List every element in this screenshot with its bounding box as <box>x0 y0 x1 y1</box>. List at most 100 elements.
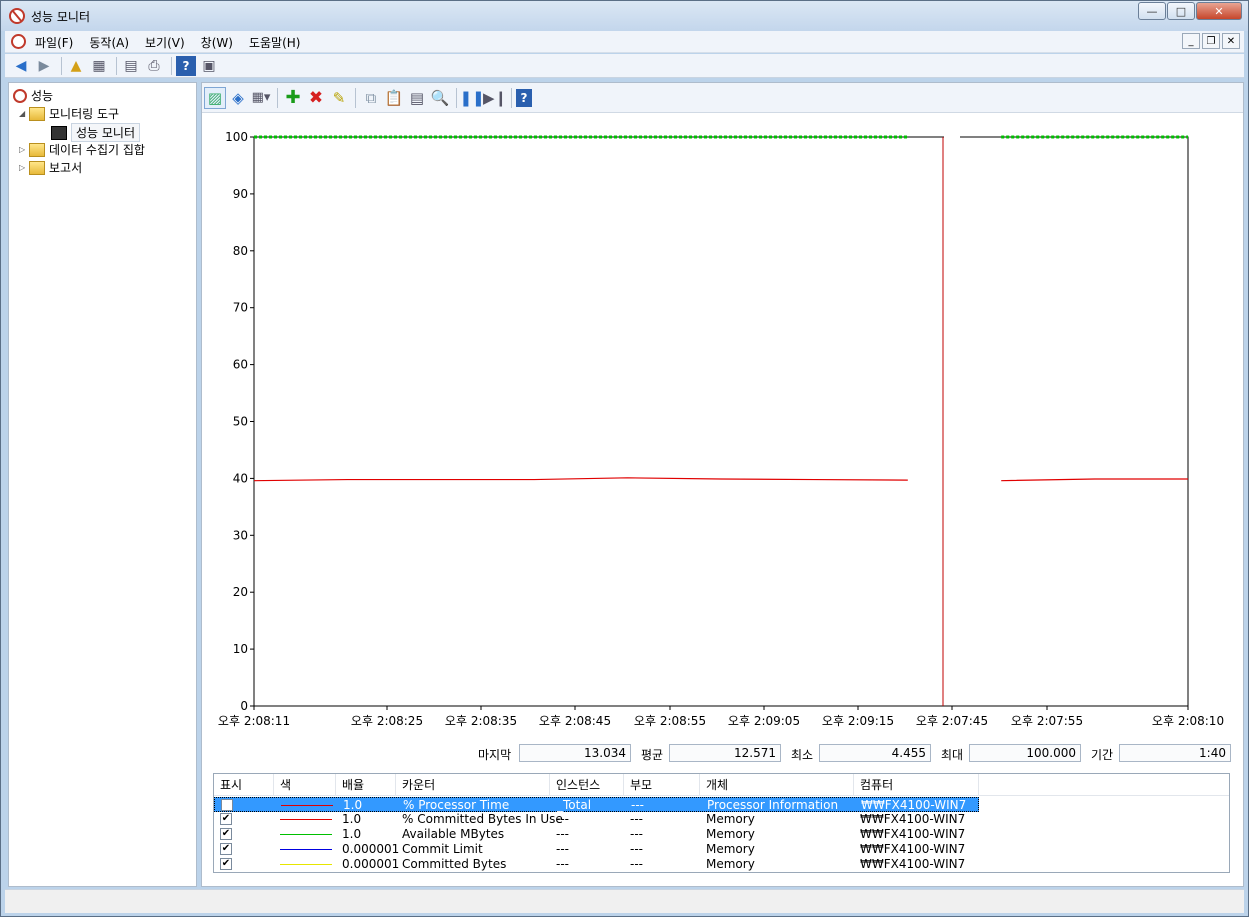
show-checkbox[interactable]: ✔ <box>220 813 232 825</box>
expand-arrow-icon[interactable]: ▷ <box>19 145 29 154</box>
object-cell: Memory <box>706 827 755 841</box>
color-swatch <box>280 834 332 835</box>
tree-item-performance-monitor[interactable]: 성능 모니터 <box>51 123 141 142</box>
color-swatch <box>280 819 332 820</box>
header-color[interactable]: 색 <box>274 774 336 796</box>
average-label: 평균 <box>641 748 664 762</box>
show-checkbox[interactable]: ✔ <box>220 843 232 855</box>
color-swatch <box>280 864 332 865</box>
legend-row[interactable]: ✔ 0.000001 Commit Limit --- --- Memory ₩₩FX410… <box>214 842 979 857</box>
header-computer[interactable]: 컴퓨터 <box>854 774 979 796</box>
scale-cell: 1.0 <box>342 827 362 841</box>
menu-action[interactable]: 동작(A) <box>89 34 129 51</box>
menu-bar: 파일(F) 동작(A) 보기(V) 창(W) 도움말(H) _ ❐ ✕ <box>5 31 1244 53</box>
color-swatch <box>281 805 333 806</box>
highlight-icon[interactable]: ✎ <box>328 87 350 109</box>
x-tick-label: 오후 2:07:45 <box>916 714 988 728</box>
show-hide-tree-icon[interactable]: ▦ <box>89 56 109 76</box>
tree-label-data-collector-sets: 데이터 수집기 집합 <box>49 143 145 157</box>
counter-cell: Commit Limit <box>402 842 483 856</box>
header-counter[interactable]: 카운터 <box>396 774 550 796</box>
maximize-button[interactable]: □ <box>1167 2 1195 20</box>
instance-cell: --- <box>556 842 569 856</box>
show-checkbox[interactable]: ✔ <box>220 858 232 870</box>
tree-item-data-collector-sets[interactable]: ▷ 데이터 수집기 집합 <box>19 141 145 158</box>
help-icon[interactable]: ? <box>516 88 532 107</box>
tree-label-performance-monitor: 성능 모니터 <box>71 123 141 142</box>
paste-counter-list-icon[interactable]: 📋 <box>383 87 405 109</box>
collapse-arrow-icon[interactable]: ◢ <box>19 109 29 118</box>
back-icon[interactable]: ◀ <box>11 56 31 76</box>
header-parent[interactable]: 부모 <box>624 774 700 796</box>
scale-cell: 1.0 <box>343 798 363 812</box>
freeze-display-icon[interactable]: ❚❚ <box>459 87 484 109</box>
x-tick-label: 오후 2:08:11 <box>218 714 290 728</box>
legend-row[interactable]: ✔ 1.0 Available MBytes --- --- Memory ₩₩FX4100… <box>214 827 979 842</box>
parent-cell: --- <box>631 798 644 812</box>
header-instance[interactable]: 인스턴스 <box>550 774 624 796</box>
counter-cell: % Committed Bytes In Use <box>402 812 563 826</box>
computer-cell: ₩₩FX4100-WIN7 <box>860 857 966 871</box>
menu-help[interactable]: 도움말(H) <box>249 34 301 51</box>
minimize-button[interactable]: — <box>1138 2 1166 20</box>
properties-icon[interactable]: ▤ <box>121 56 141 76</box>
last-value: 13.034 <box>519 744 631 762</box>
status-bar <box>5 889 1244 913</box>
last-label: 마지막 <box>478 748 512 762</box>
x-tick-label: 오후 2:08:55 <box>634 714 706 728</box>
change-graph-type-icon[interactable]: ▦▾ <box>250 87 272 109</box>
copy-properties-icon[interactable]: ⧉ <box>360 87 382 109</box>
tree-item-performance[interactable]: 성능 <box>13 87 53 104</box>
show-checkbox[interactable] <box>221 799 233 811</box>
legend-row[interactable]: ✔ 0.000001 Committed Bytes --- --- Memory ₩₩FX… <box>214 857 979 872</box>
y-tick-label: 40 <box>233 471 248 485</box>
navigation-tree: 성능 ◢ 모니터링 도구 성능 모니터 ▷ 데이터 수집기 집합 ▷ 보고서 <box>8 82 197 887</box>
header-show[interactable]: 표시 <box>214 774 274 796</box>
header-scale[interactable]: 배율 <box>336 774 396 796</box>
x-tick-label: 오후 2:07:55 <box>1011 714 1083 728</box>
action-pane-icon[interactable]: ▣ <box>199 56 219 76</box>
y-tick-label: 100 <box>225 130 248 144</box>
maximum-label: 최대 <box>941 748 964 762</box>
x-tick-label: 오후 2:08:10 <box>1152 714 1224 728</box>
menu-view[interactable]: 보기(V) <box>145 34 185 51</box>
legend-row[interactable]: ✔ 1.0% Committed Bytes In Use --- --- Memory… <box>214 812 979 827</box>
view-log-data-icon[interactable]: ◈ <box>227 87 249 109</box>
up-folder-icon[interactable]: ▲ <box>66 56 86 76</box>
view-current-activity-icon[interactable]: ▨ <box>204 86 226 109</box>
menu-window[interactable]: 창(W) <box>201 34 233 51</box>
help-icon[interactable]: ? <box>176 55 196 76</box>
properties-icon[interactable]: ▤ <box>406 87 428 109</box>
zoom-icon[interactable]: 🔍 <box>429 87 451 109</box>
header-object[interactable]: 개체 <box>700 774 854 796</box>
update-data-icon[interactable]: ▶❙ <box>483 87 507 109</box>
add-counter-icon[interactable]: ✚ <box>282 87 304 109</box>
close-button[interactable]: ✕ <box>1196 2 1242 20</box>
tree-item-monitoring-tools[interactable]: ◢ 모니터링 도구 <box>19 105 119 122</box>
y-tick-label: 10 <box>233 642 248 656</box>
legend-row[interactable]: 1.0 % Processor Time _Total --- Processor In… <box>214 797 979 812</box>
mdi-close-button[interactable]: ✕ <box>1222 33 1240 49</box>
parent-cell: --- <box>630 827 643 841</box>
delete-counter-icon[interactable]: ✖ <box>305 87 327 109</box>
performance-icon <box>13 88 27 103</box>
mmc-icon[interactable] <box>11 34 26 49</box>
counter-legend-table: 표시 색 배율 카운터 인스턴스 부모 개체 컴퓨터 1.0 % Processo… <box>213 773 1230 873</box>
counter-cell: % Processor Time <box>403 798 510 812</box>
mdi-minimize-button[interactable]: _ <box>1182 33 1200 49</box>
tree-item-reports[interactable]: ▷ 보고서 <box>19 159 82 176</box>
maximum-value: 100.000 <box>969 744 1081 762</box>
forward-icon[interactable]: ▶ <box>34 56 54 76</box>
performance-chart[interactable]: 0 10 20 30 40 50 60 70 80 90 100 오후 2:08:11 오후 2:08… <box>202 115 1243 771</box>
print-icon[interactable]: ⎙ <box>144 56 164 76</box>
expand-arrow-icon[interactable]: ▷ <box>19 163 29 172</box>
show-checkbox[interactable]: ✔ <box>220 828 232 840</box>
menu-file[interactable]: 파일(F) <box>35 34 73 51</box>
y-tick-label: 70 <box>233 301 248 315</box>
object-cell: Memory <box>706 842 755 856</box>
report-folder-icon <box>29 160 45 175</box>
title-bar: 성능 모니터 — □ ✕ <box>1 1 1248 31</box>
instance-cell: --- <box>556 812 569 826</box>
mdi-restore-button[interactable]: ❐ <box>1202 33 1220 49</box>
window-title: 성능 모니터 <box>31 10 91 24</box>
